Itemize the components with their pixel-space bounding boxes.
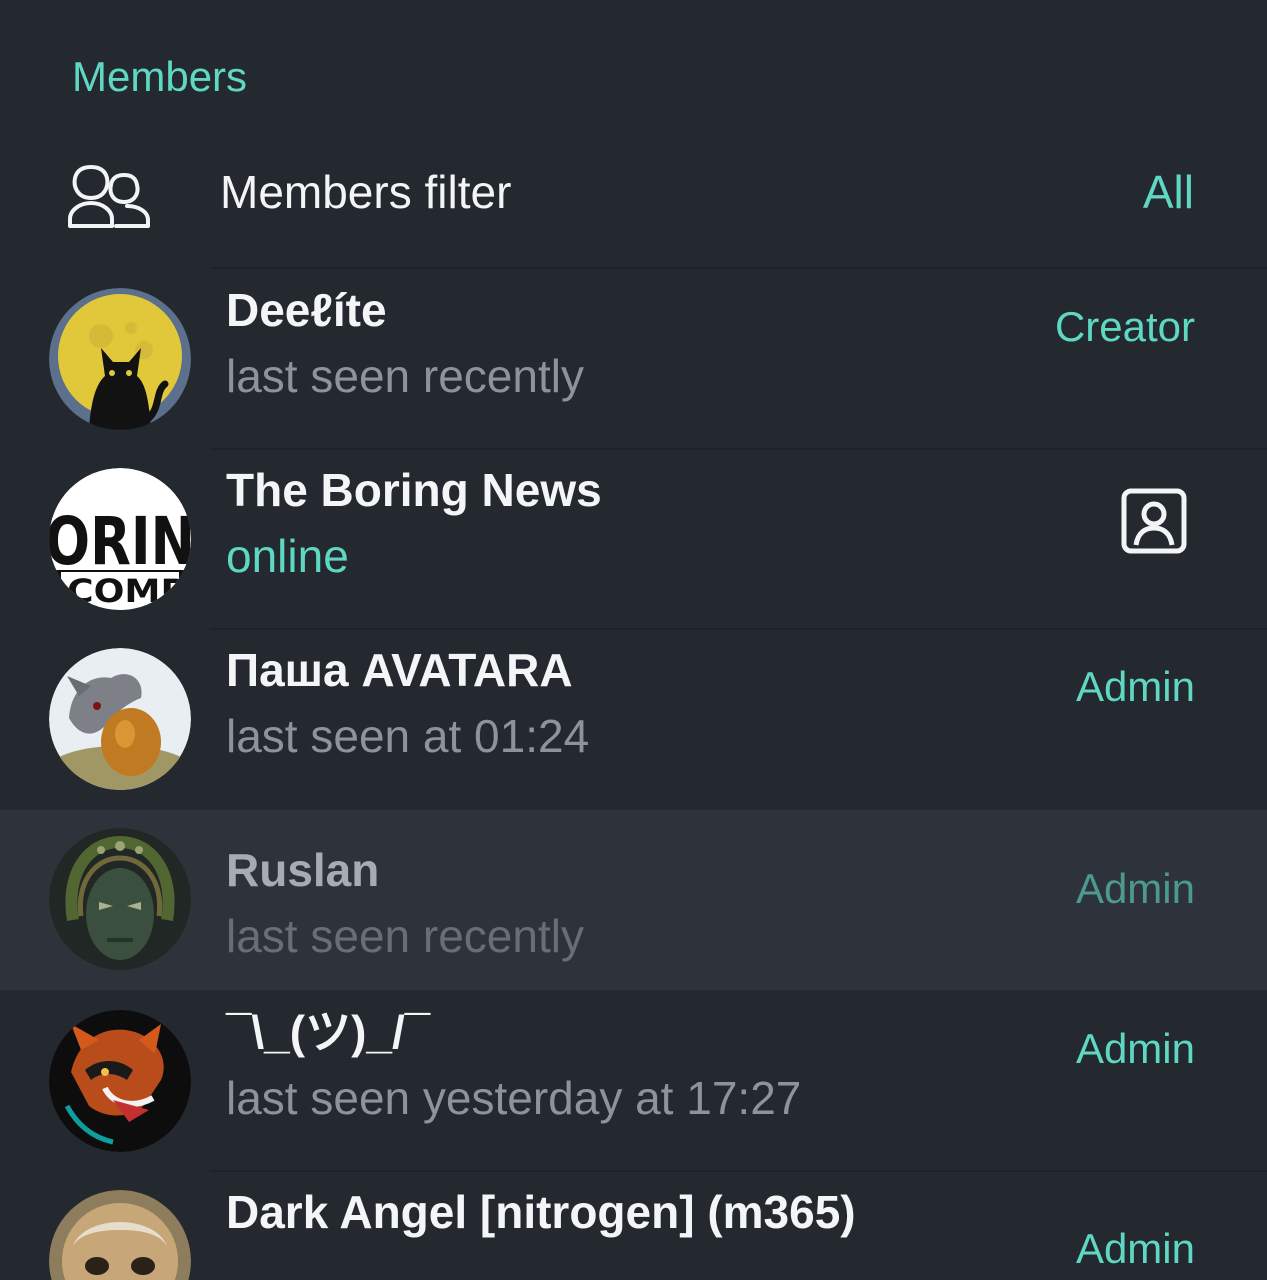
member-role-badge: Admin [1075, 1225, 1195, 1272]
members-filter-label: Members filter [220, 166, 512, 218]
members-filter-row[interactable]: Members filter All [0, 120, 1267, 268]
member-row[interactable]: Паша AVATARA last seen at 01:24 Admin [0, 610, 1267, 790]
svg-text:COMP: COMP [67, 572, 187, 610]
members-screen: Members Members filter All Deeℓíte last … [0, 0, 1267, 1280]
member-status: last seen recently [226, 910, 584, 962]
member-status: last seen at 01:24 [226, 710, 590, 762]
moon-cat-avatar [49, 288, 191, 430]
section-title: Members [72, 53, 248, 100]
member-status: last seen recently [226, 350, 584, 402]
member-status: online [226, 530, 349, 582]
member-name: Ruslan [226, 844, 380, 896]
svg-text:ORIN: ORIN [49, 503, 191, 580]
contact-card-icon[interactable] [1121, 488, 1187, 554]
green-mask-avatar [49, 828, 191, 970]
boring-news-logo-avatar: ORIN COMP [49, 468, 191, 610]
member-name: Dark Angel [nitrogen] (m365) [226, 1186, 856, 1238]
member-status: last seen yesterday at 17:27 [226, 1072, 802, 1124]
member-role-badge: Admin [1075, 1025, 1195, 1072]
member-name: Паша AVATARA [226, 644, 573, 696]
member-role-badge: Creator [1054, 303, 1195, 350]
members-filter-value[interactable]: All [1143, 165, 1194, 219]
member-row[interactable]: Deeℓíte last seen recently Creator [0, 250, 1267, 430]
group-icon [68, 165, 150, 228]
member-role-badge: Admin [1075, 663, 1195, 710]
member-row[interactable]: ORIN COMP The Boring News online [0, 430, 1267, 610]
member-name: ¯\_(ツ)_/¯ [226, 1006, 431, 1058]
member-name: The Boring News [226, 464, 602, 516]
member-row[interactable]: Ruslan last seen recently Admin [0, 810, 1267, 990]
member-row[interactable]: ¯\_(ツ)_/¯ last seen yesterday at 17:27 A… [0, 972, 1267, 1152]
member-role-badge: Admin [1075, 865, 1195, 912]
member-row[interactable]: Dark Angel [nitrogen] (m365) Admin [0, 1152, 1267, 1280]
raccoon-avatar [49, 1010, 191, 1152]
cat-avatar [49, 1190, 191, 1280]
egg-creature-avatar [49, 648, 191, 790]
member-name: Deeℓíte [226, 284, 387, 336]
